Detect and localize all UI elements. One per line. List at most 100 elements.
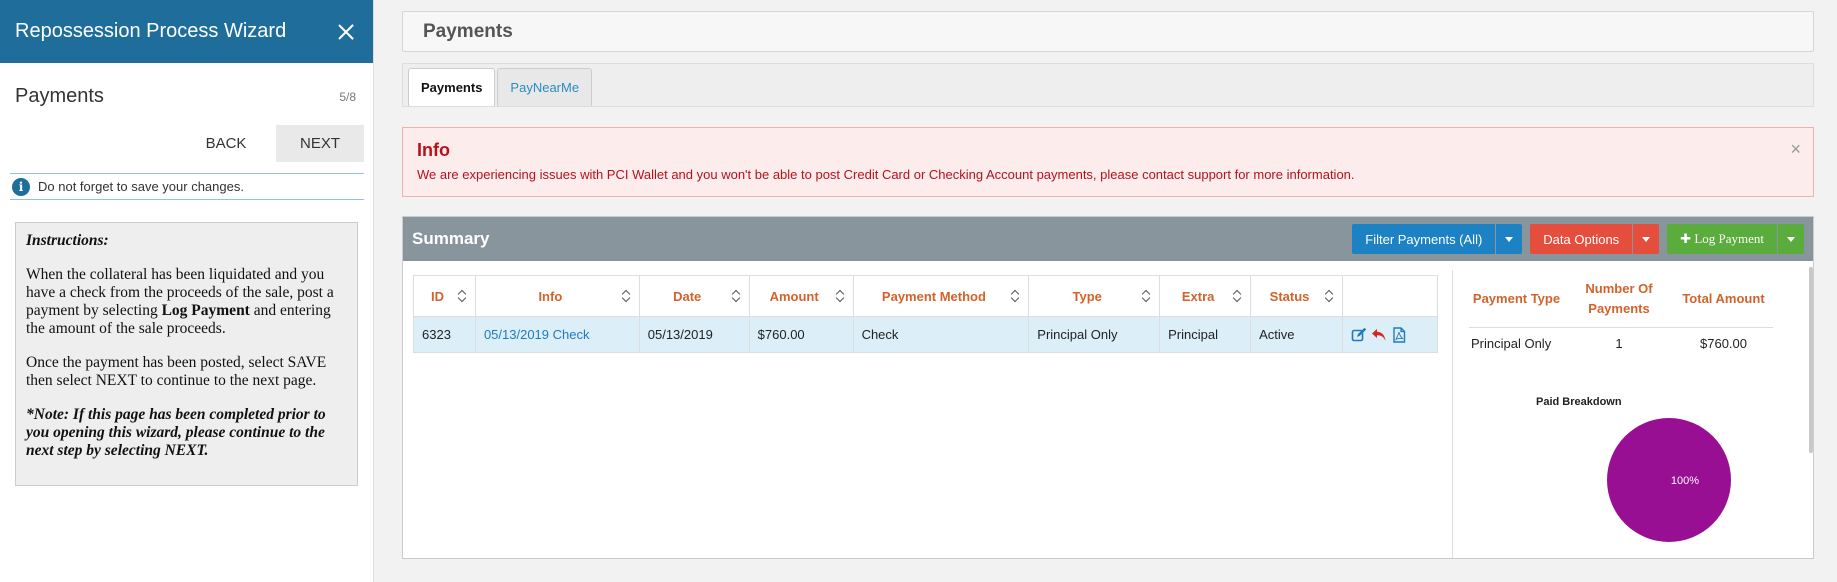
sort-icon[interactable]: [733, 289, 741, 303]
sort-icon[interactable]: [459, 289, 467, 303]
main-content: Payments Payments PayNearMe Info We are …: [402, 11, 1814, 559]
payments-table: ID Info Date Amount Payment Method Type …: [413, 275, 1439, 353]
alert-title: Info: [417, 140, 450, 160]
tab-payments[interactable]: Payments: [408, 68, 496, 106]
page-title: Payments: [402, 11, 1814, 52]
sort-icon[interactable]: [837, 289, 845, 303]
breakdown-cell-count: 1: [1615, 336, 1623, 351]
data-options-caret[interactable]: [1633, 224, 1660, 254]
breakdown-table: Payment Type Number Of Payments Total Am…: [1469, 270, 1773, 354]
wizard-title: Repossession Process Wizard: [15, 20, 287, 42]
row-actions: [1351, 326, 1429, 343]
save-notice-text: Do not forget to save your changes.: [38, 179, 244, 194]
summary-panel: Summary Filter Payments (All) Data Optio…: [402, 216, 1814, 559]
column-header-date[interactable]: Date: [638, 275, 750, 317]
sort-icon[interactable]: [1012, 289, 1020, 303]
wizard-step-title: Payments: [15, 85, 104, 107]
table-header-row: ID Info Date Amount Payment Method Type …: [413, 275, 1439, 317]
table-row[interactable]: 6323 05/13/2019 Check 05/13/2019 $760.00…: [413, 316, 1439, 353]
wizard-header: Repossession Process Wizard: [0, 0, 373, 63]
info-alert: Info We are experiencing issues with PCI…: [402, 127, 1814, 197]
pdf-icon[interactable]: [1391, 326, 1407, 343]
column-header-extra[interactable]: Extra: [1159, 275, 1252, 317]
sort-icon[interactable]: [1326, 289, 1334, 303]
filter-payments-dropdown: Filter Payments (All): [1352, 224, 1523, 254]
cell-actions: [1341, 316, 1439, 353]
column-header-info[interactable]: Info: [474, 275, 640, 317]
breakdown-header-payment-type: Payment Type: [1472, 290, 1561, 306]
instructions-paragraph-1: When the collateral has been liquidated …: [26, 266, 347, 338]
breakdown-cell-type: Principal Only: [1471, 336, 1552, 351]
breakdown-row: Principal Only 1 $760.00: [1469, 328, 1773, 354]
log-payment-dropdown: ✚ Log Payment: [1667, 224, 1804, 254]
instructions-box: Instructions: When the collateral has be…: [15, 222, 358, 486]
log-payment-button[interactable]: ✚ Log Payment: [1667, 224, 1777, 254]
info-icon: i: [12, 177, 30, 196]
paid-breakdown-pie-chart: 100%: [1607, 418, 1731, 542]
caret-down-icon: [1642, 236, 1651, 242]
pie-slice-principal-only[interactable]: [1607, 418, 1731, 542]
caret-down-icon: [1787, 236, 1795, 242]
alert-close-icon[interactable]: ×: [1790, 139, 1801, 160]
summary-title: Summary: [412, 229, 490, 248]
column-header-label: ID: [430, 288, 444, 304]
data-options-dropdown: Data Options: [1530, 224, 1660, 254]
wizard-nav: BACK NEXT: [182, 125, 364, 162]
column-header-label: Status: [1269, 288, 1310, 304]
column-header-label: Date: [673, 288, 702, 304]
reverse-icon[interactable]: [1371, 327, 1387, 343]
summary-actions: Filter Payments (All) Data Options ✚ Log…: [1352, 224, 1804, 254]
chart-title: Paid Breakdown: [1536, 396, 1622, 408]
instructions-log-payment: Log Payment: [161, 302, 250, 319]
column-header-actions: [1341, 275, 1439, 317]
sort-icon[interactable]: [1143, 289, 1151, 303]
log-payment-caret[interactable]: [1778, 224, 1804, 254]
sort-icon[interactable]: [1234, 289, 1242, 303]
wizard-panel: Repossession Process Wizard Payments 5/8…: [0, 0, 374, 582]
column-header-label: Type: [1072, 288, 1102, 304]
sort-icon[interactable]: [623, 289, 631, 303]
column-header-label: Payment Method: [881, 288, 986, 304]
breakdown-header-number-of-payments: Number Of Payments: [1585, 280, 1653, 316]
breakdown-cell-total: $760.00: [1700, 336, 1747, 351]
cell-amount: $760.00: [748, 316, 854, 353]
back-button[interactable]: BACK: [182, 125, 270, 162]
column-header-amount[interactable]: Amount: [748, 275, 854, 317]
instructions-paragraph-2: Once the payment has been posted, select…: [26, 354, 327, 389]
close-icon[interactable]: [335, 21, 357, 43]
breakdown-header-row: Payment Type Number Of Payments Total Am…: [1469, 270, 1773, 328]
column-header-label: Extra: [1181, 288, 1215, 304]
filter-payments-caret[interactable]: [1496, 224, 1523, 254]
cell-payment-method: Check: [852, 316, 1030, 353]
instructions-heading: Instructions:: [26, 232, 109, 249]
payments-table-wrap: ID Info Date Amount Payment Method Type …: [413, 275, 1439, 353]
cell-status: Active: [1250, 316, 1343, 353]
column-header-id[interactable]: ID: [413, 275, 476, 317]
paid-breakdown-panel: Payment Type Number Of Payments Total Am…: [1452, 270, 1804, 558]
next-button[interactable]: NEXT: [276, 125, 364, 162]
wizard-step-count: 5/8: [339, 89, 356, 104]
scrollbar[interactable]: [1809, 267, 1813, 453]
column-header-payment-method[interactable]: Payment Method: [852, 275, 1030, 317]
pie-slice-label: 100%: [1671, 475, 1699, 487]
cell-id: 6323: [413, 316, 476, 353]
caret-down-icon: [1505, 236, 1514, 242]
wizard-step-row: Payments 5/8: [0, 63, 373, 108]
filter-payments-button[interactable]: Filter Payments (All): [1352, 224, 1496, 254]
cell-info-link[interactable]: 05/13/2019 Check: [474, 316, 640, 353]
save-notice: i Do not forget to save your changes.: [10, 173, 364, 200]
cell-date: 05/13/2019: [638, 316, 750, 353]
tab-bar: Payments PayNearMe: [402, 63, 1814, 107]
breakdown-header-total-amount: Total Amount: [1682, 290, 1765, 306]
instructions-note: *Note: If this page has been completed p…: [26, 406, 326, 459]
edit-icon[interactable]: [1351, 327, 1367, 343]
column-header-status[interactable]: Status: [1250, 275, 1343, 317]
alert-text: We are experiencing issues with PCI Wall…: [417, 167, 1355, 182]
column-header-type[interactable]: Type: [1028, 275, 1161, 317]
tab-paynearme[interactable]: PayNearMe: [497, 68, 593, 106]
column-header-label: Info: [538, 288, 563, 304]
summary-header: Summary Filter Payments (All) Data Optio…: [403, 217, 1813, 261]
data-options-button[interactable]: Data Options: [1530, 224, 1633, 254]
cell-extra: Principal: [1159, 316, 1252, 353]
column-header-label: Amount: [769, 288, 819, 304]
